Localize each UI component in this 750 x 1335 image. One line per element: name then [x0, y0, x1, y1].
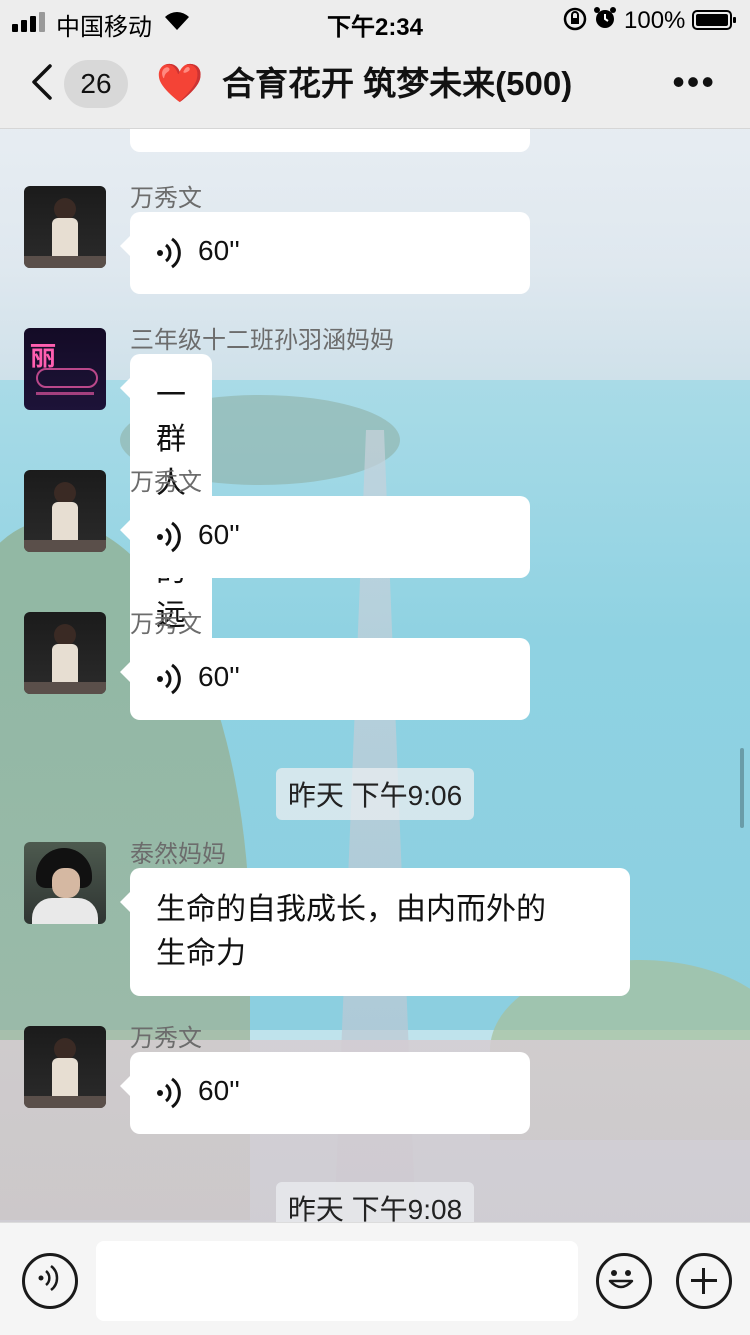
sender-name: 万秀文: [130, 1025, 202, 1052]
more-button[interactable]: •••: [672, 62, 716, 102]
avatar[interactable]: [24, 612, 106, 694]
emoji-icon: [608, 1270, 634, 1289]
more-dots-icon: •••: [672, 61, 716, 102]
sender-name: 万秀文: [130, 611, 202, 638]
scroll-indicator[interactable]: [740, 748, 744, 828]
avatar[interactable]: [24, 842, 106, 924]
text-message-bubble[interactable]: 生命的自我成长，由内而外的 生命力: [120, 868, 630, 996]
sender-name: 泰然妈妈: [130, 841, 226, 868]
avatar[interactable]: [24, 1026, 106, 1108]
avatar[interactable]: 丽: [24, 328, 106, 410]
sender-name: 万秀文: [130, 469, 202, 496]
message-input[interactable]: [96, 1241, 578, 1321]
back-button[interactable]: [28, 62, 58, 102]
voice-duration: 60'': [198, 519, 240, 550]
message-timestamp: 昨天 下午9:06: [0, 768, 750, 820]
previous-message-bubble[interactable]: [130, 128, 530, 152]
voice-wave-icon: [157, 1077, 181, 1109]
voice-input-button[interactable]: [22, 1253, 78, 1309]
battery-icon: [692, 10, 736, 30]
voice-message-bubble[interactable]: 60'': [120, 212, 530, 294]
voice-duration: 60'': [198, 235, 240, 266]
voice-duration: 60'': [198, 661, 240, 692]
message-timestamp: 昨天 下午9:08: [0, 1182, 750, 1222]
alarm-icon: [592, 5, 618, 38]
voice-message-bubble[interactable]: 60'': [120, 1052, 530, 1134]
chat-header: 26 ❤️ 合育花开 筑梦未来(500) •••: [0, 40, 750, 129]
voice-message-bubble[interactable]: 60'': [120, 496, 530, 578]
status-bar: 中国移动 下午2:34 100%: [0, 0, 750, 41]
voice-message-bubble[interactable]: 60'': [120, 638, 530, 720]
unread-count-badge[interactable]: 26: [64, 60, 128, 108]
message-list[interactable]: 万秀文 60'' 丽 三年级十二班孙羽涵妈妈 一群人走的远 万秀文 60'' 万…: [0, 128, 750, 1222]
avatar[interactable]: [24, 470, 106, 552]
voice-wave-icon: [157, 521, 181, 553]
plus-icon[interactable]: [676, 1253, 732, 1309]
battery-percentage: 100%: [624, 7, 686, 34]
heart-icon: ❤️: [156, 63, 204, 105]
message-input-bar: [0, 1222, 750, 1335]
avatar[interactable]: [24, 186, 106, 268]
sender-name: 万秀文: [130, 185, 202, 212]
chat-title: 合育花开 筑梦未来(500): [222, 65, 573, 102]
voice-wave-icon: [157, 237, 181, 269]
message-text-line: 生命力: [156, 937, 246, 970]
voice-duration: 60'': [198, 1075, 240, 1106]
emoji-button[interactable]: [596, 1253, 652, 1309]
message-text-line: 生命的自我成长，由内而外的: [156, 893, 546, 926]
chevron-left-icon: [32, 64, 52, 100]
sender-name: 三年级十二班孙羽涵妈妈: [130, 327, 394, 354]
voice-input-icon: [38, 1265, 59, 1291]
voice-wave-icon: [157, 663, 181, 695]
rotation-lock-icon: [562, 6, 588, 39]
